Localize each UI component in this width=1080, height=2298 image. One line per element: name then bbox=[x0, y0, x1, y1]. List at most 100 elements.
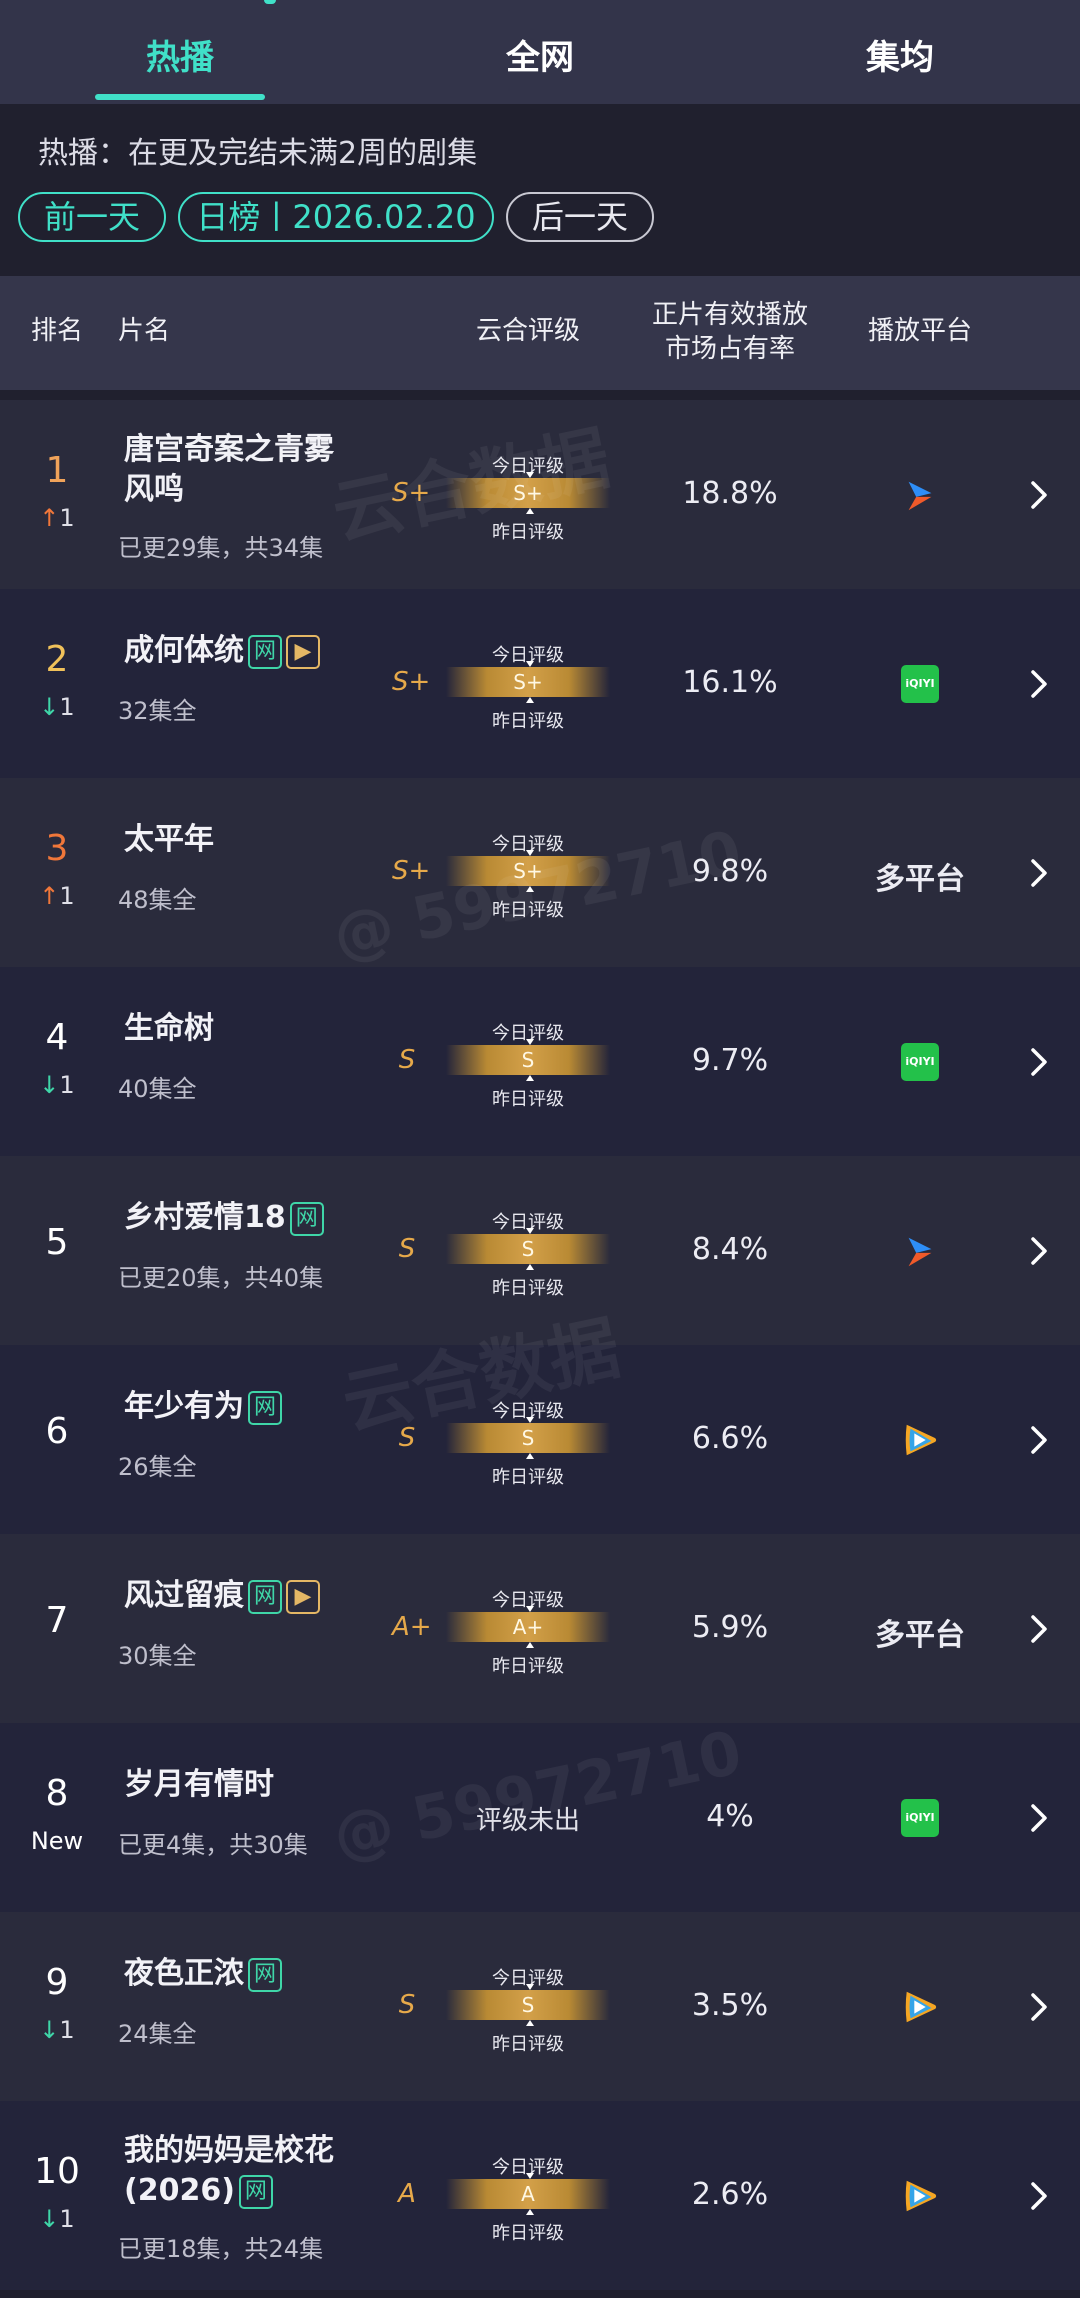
show-title-line2: 风鸣 bbox=[124, 472, 184, 507]
grade-bar-value: S bbox=[521, 1426, 535, 1450]
episode-status: 24集全 bbox=[118, 2020, 197, 2048]
prev-day-button[interactable]: 前一天 bbox=[18, 192, 166, 242]
market-share: 6.6% bbox=[691, 1421, 769, 1456]
chevron-right-icon[interactable] bbox=[1026, 1987, 1052, 2027]
top-tab-bar: 热播 全网 集均 bbox=[0, 0, 1080, 104]
ranking-row[interactable]: 2 ↓1 成何体统网 ▶ 32集全 S+ 今日评级 S+ 昨日评级 16.1% iQIYI bbox=[0, 589, 1080, 778]
ranking-row[interactable]: 9 ↓1 夜色正浓网 24集全 S 今日评级 S 昨日评级 3.5% bbox=[0, 1912, 1080, 2101]
ranking-row[interactable]: 1 ↑1 唐宫奇案之青雾 风鸣 已更29集，共34集 S+ 今日评级 S+ 昨日评级 18.8% bbox=[0, 400, 1080, 589]
grade-current: S bbox=[398, 1234, 416, 1264]
grade-bar-value: S bbox=[521, 1993, 535, 2017]
yesterday-grade-label: 昨日评级 bbox=[492, 900, 564, 921]
status-indicator bbox=[264, 0, 276, 4]
grade-bar: S bbox=[446, 1984, 610, 2026]
market-share: 9.8% bbox=[691, 854, 769, 889]
grade-bar: A bbox=[446, 2173, 610, 2215]
market-share: 5.9% bbox=[691, 1610, 769, 1645]
web-drama-tag: 网 bbox=[248, 634, 282, 669]
grade-current: S+ bbox=[392, 856, 431, 886]
chevron-right-icon[interactable] bbox=[1026, 2176, 1052, 2216]
table-header: 排名 片名 云合评级 正片有效播放 市场占有率 播放平台 bbox=[0, 276, 1080, 390]
episode-status: 30集全 bbox=[118, 1642, 197, 1670]
show-title: 我的妈妈是校花 (2026) 网 bbox=[124, 2131, 384, 2211]
rank-number: 9 bbox=[45, 1962, 69, 2003]
show-title-line1: 我的妈妈是校花 bbox=[124, 2133, 334, 2168]
grade-bar: S bbox=[446, 1228, 610, 1270]
ranking-row[interactable]: 6 年少有为网 26集全 S 今日评级 S 昨日评级 6.6% bbox=[0, 1345, 1080, 1534]
rank-change-value: 1 bbox=[59, 693, 75, 721]
episode-status: 48集全 bbox=[118, 886, 197, 914]
rank-change-up-icon: ↑ bbox=[39, 882, 60, 910]
rank-change-down-icon: ↓ bbox=[39, 2016, 60, 2044]
grade-bar: S+ bbox=[446, 850, 610, 892]
ranking-row[interactable]: 10 ↓1 我的妈妈是校花 (2026) 网已更18集，共24集 A 今日评级 A 昨日评级 2.… bbox=[0, 2101, 1080, 2290]
chevron-right-icon[interactable] bbox=[1026, 853, 1052, 893]
yesterday-grade-label: 昨日评级 bbox=[492, 1656, 564, 1677]
list-description: 热播：在更及完结未满2周的剧集 bbox=[38, 136, 478, 171]
show-title: 夜色正浓网 bbox=[124, 1954, 444, 1994]
market-share: 3.5% bbox=[691, 1988, 769, 2023]
market-share: 8.4% bbox=[691, 1232, 769, 1267]
yesterday-grade-label: 昨日评级 bbox=[492, 2223, 564, 2244]
ranking-row[interactable]: 7 风过留痕网 ▶ 30集全 A+ 今日评级 A+ 昨日评级 5.9% 多平台 bbox=[0, 1534, 1080, 1723]
ranking-row[interactable]: 4 ↓1 生命树 40集全 S 今日评级 S 昨日评级 9.7% iQIYI bbox=[0, 967, 1080, 1156]
show-title: 乡村爱情18 网 bbox=[124, 1198, 444, 1238]
rank-change-value: 1 bbox=[59, 882, 75, 910]
new-entry-badge: New bbox=[30, 1827, 84, 1855]
grade-current: A bbox=[398, 2179, 416, 2209]
chevron-right-icon[interactable] bbox=[1026, 1609, 1052, 1649]
grade-bar-value: A bbox=[521, 2182, 535, 2206]
platform-multi: 多平台 bbox=[875, 862, 965, 897]
yesterday-grade-label: 昨日评级 bbox=[492, 711, 564, 732]
episode-status: 26集全 bbox=[118, 1453, 197, 1481]
iqiyi-icon: iQIYI bbox=[901, 1799, 939, 1837]
ranking-row[interactable]: 5 乡村爱情18 网已更20集，共40集 S 今日评级 S 昨日评级 8.4% bbox=[0, 1156, 1080, 1345]
rank-change-value: 1 bbox=[59, 504, 75, 532]
market-share: 16.1% bbox=[682, 665, 778, 700]
episode-status: 已更29集，共34集 bbox=[118, 534, 324, 562]
grade-bar: S bbox=[446, 1417, 610, 1459]
rank-change-down-icon: ↓ bbox=[39, 693, 60, 721]
header-grade: 云合评级 bbox=[475, 316, 580, 346]
chevron-right-icon[interactable] bbox=[1026, 1042, 1052, 1082]
grade-bar-value: S+ bbox=[513, 670, 543, 694]
rank-number: 4 bbox=[45, 1017, 69, 1058]
grade-current: S+ bbox=[392, 667, 431, 697]
rank-change-value: 1 bbox=[59, 2205, 75, 2233]
grade-current: S bbox=[398, 1990, 416, 2020]
ranking-row[interactable]: 8 New 岁月有情时 已更4集，共30集 评级未出 4% iQIYI bbox=[0, 1723, 1080, 1912]
rank-number: 3 bbox=[45, 828, 69, 869]
rank-change: ↑1 bbox=[22, 882, 92, 910]
yesterday-grade-label: 昨日评级 bbox=[492, 1467, 564, 1488]
chevron-right-icon[interactable] bbox=[1026, 664, 1052, 704]
tab-hot[interactable]: 热播 bbox=[80, 30, 280, 79]
rank-number: 6 bbox=[45, 1411, 69, 1452]
tab-all-network[interactable]: 全网 bbox=[440, 30, 640, 79]
show-title: 年少有为网 bbox=[124, 1387, 444, 1427]
grade-bar-value: S+ bbox=[513, 859, 543, 883]
grade-bar-value: S+ bbox=[513, 481, 543, 505]
market-share: 18.8% bbox=[682, 476, 778, 511]
grade-current: S bbox=[398, 1423, 416, 1453]
iqiyi-icon: iQIYI bbox=[901, 665, 939, 703]
chevron-right-icon[interactable] bbox=[1026, 1231, 1052, 1271]
tab-episode-average[interactable]: 集均 bbox=[800, 30, 1000, 79]
rank-number: 10 bbox=[34, 2151, 80, 2192]
chevron-right-icon[interactable] bbox=[1026, 1798, 1052, 1838]
date-selector[interactable]: 日榜丨2026.02.20 bbox=[178, 192, 494, 242]
next-day-button[interactable]: 后一天 bbox=[506, 192, 654, 242]
show-title: 生命树 bbox=[124, 1011, 214, 1046]
grade-current: A+ bbox=[392, 1612, 432, 1642]
rank-change-value: 1 bbox=[59, 1071, 75, 1099]
chevron-right-icon[interactable] bbox=[1026, 475, 1052, 515]
episode-status: 40集全 bbox=[118, 1075, 197, 1103]
show-title: 唐宫奇案之青雾 风鸣 bbox=[124, 430, 384, 510]
grade-pending: 评级未出 bbox=[475, 1806, 580, 1836]
ranking-row[interactable]: 3 ↑1 太平年 48集全 S+ 今日评级 S+ 昨日评级 9.8% 多平台 bbox=[0, 778, 1080, 967]
chevron-right-icon[interactable] bbox=[1026, 1420, 1052, 1460]
streaming-tag-icon: ▶ bbox=[286, 1579, 320, 1614]
show-title-line1: 唐宫奇案之青雾 bbox=[124, 432, 334, 467]
grade-bar-value: S bbox=[521, 1048, 535, 1072]
rank-number: 2 bbox=[45, 639, 69, 680]
header-rank: 排名 bbox=[30, 316, 83, 346]
